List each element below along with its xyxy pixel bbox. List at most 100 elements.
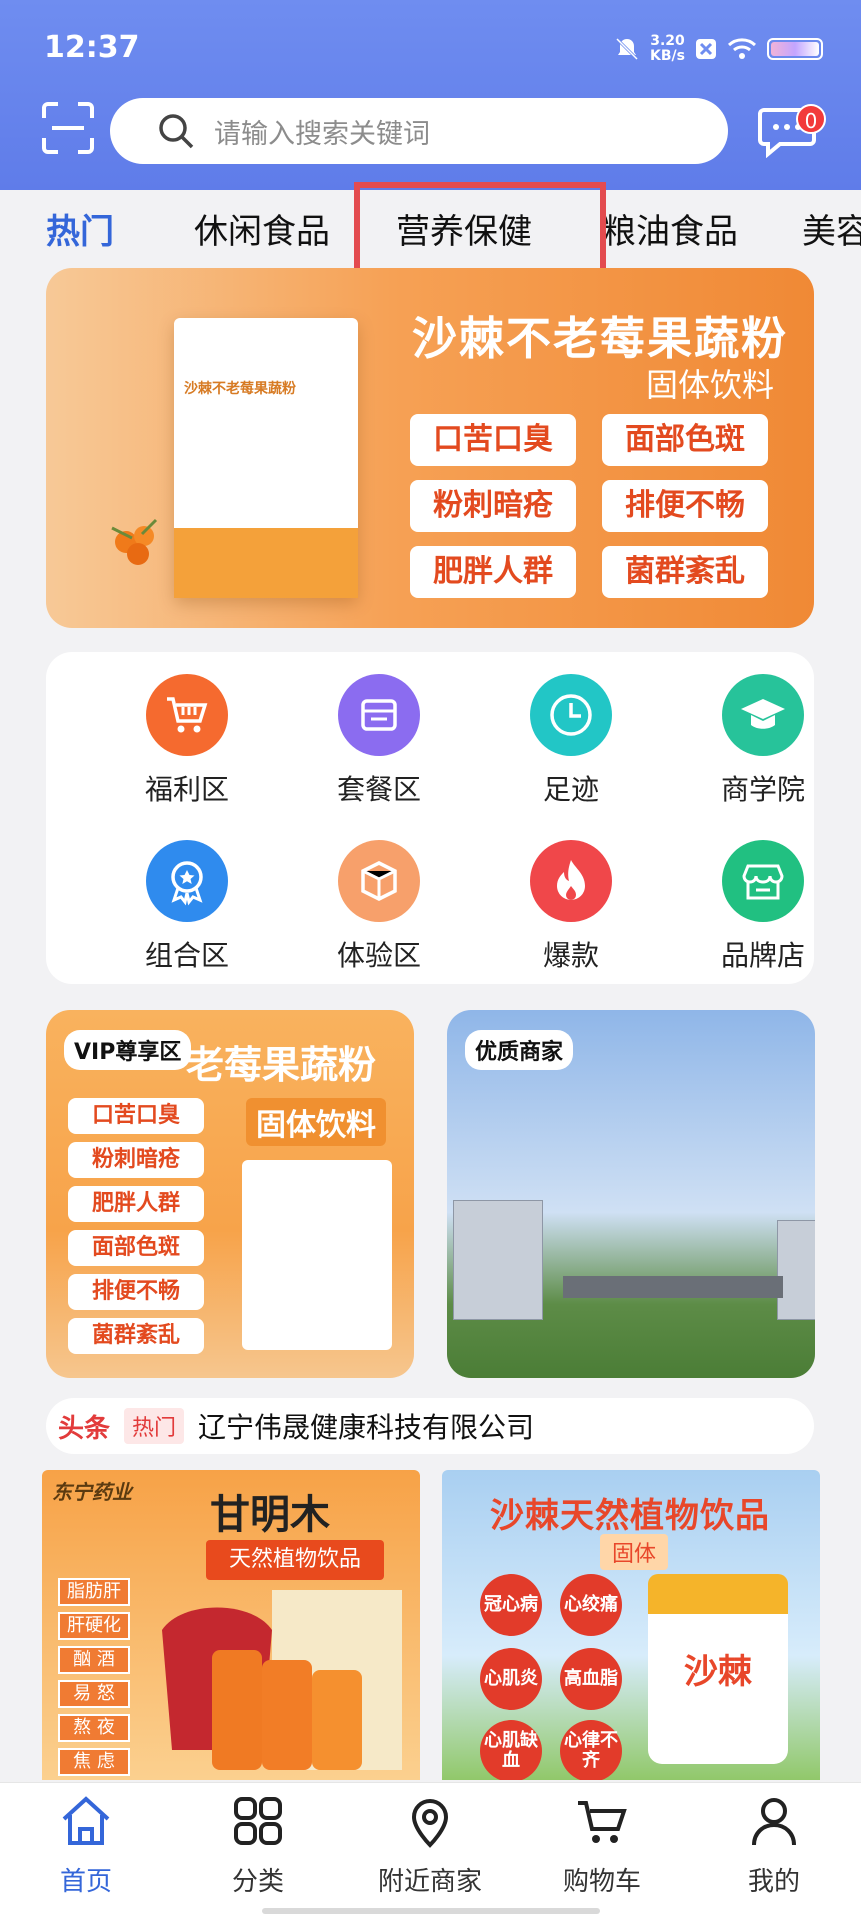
scan-icon[interactable] [40,100,96,156]
header: 12:37 3.20 KB/s 请输入搜索关键词 0 [0,0,861,190]
tab-highlight-box [354,182,606,274]
graduation-cap-icon [722,674,804,756]
berries-image [111,518,158,565]
category-grid-icon [234,1797,282,1845]
tab-beauty[interactable]: 美容 [802,204,861,253]
vip-zone-badge: VIP尊享区 [64,1030,192,1070]
promo-banner[interactable]: 沙棘不老莓果蔬粉 沙棘不老莓果蔬粉 固体饮料 口苦口臭 面部色斑 粉刺暗疮 排便… [46,268,814,628]
battery-icon [767,38,823,60]
product-bubble: 心律不齐 [560,1720,622,1780]
headline-ticker[interactable]: 头条 热门 辽宁伟晟健康科技有限公司 [46,1398,814,1454]
drink-pouches-image [162,1590,402,1770]
home-indicator[interactable] [262,1908,600,1914]
vip-card-tag: 口苦口臭 [68,1098,204,1134]
vip-card-tag: 粉刺暗疮 [68,1142,204,1178]
tab-grain-oil[interactable]: 粮油食品 [602,204,738,253]
product-tag: 熬 夜 [58,1714,130,1742]
product-tag: 易 怒 [58,1680,130,1708]
product-jar-image: 沙棘 [648,1574,788,1764]
grid-item-footprint[interactable]: 足迹 [496,674,646,808]
product-box-image: 沙棘不老莓果蔬粉 [174,318,358,598]
building-image [453,1200,543,1320]
sim-x-icon [696,39,716,59]
product-title: 甘明木 [210,1492,330,1538]
search-icon [159,114,194,149]
vip-card-tag: 面部色斑 [68,1230,204,1266]
product-tag: 脂肪肝 [58,1578,130,1606]
banner-tag: 排便不畅 [602,480,768,532]
network-speed: 3.20 KB/s [650,33,685,64]
location-pin-icon [411,1799,449,1848]
search-bar[interactable]: 请输入搜索关键词 [110,98,728,164]
grid-item-package[interactable]: 套餐区 [304,674,454,808]
product-bubble: 心绞痛 [560,1574,622,1636]
product-title: 沙棘天然植物饮品 [490,1496,770,1536]
mute-bell-icon [615,37,639,61]
message-badge: 0 [796,104,826,134]
fire-icon [530,840,612,922]
shopping-cart-icon [578,1801,627,1843]
product-tag: 肝硬化 [58,1612,130,1640]
building-image [777,1220,815,1320]
grid-item-combo[interactable]: 组合区 [112,840,262,974]
clock-icon [530,674,612,756]
grid-item-experience[interactable]: 体验区 [304,840,454,974]
product-card[interactable]: 东宁药业 甘明木 天然植物饮品 脂肪肝 肝硬化 酗 酒 易 怒 熬 夜 焦 虑 [42,1470,420,1780]
product-bubble: 高血脂 [560,1648,622,1710]
product-box-image [242,1160,392,1350]
quality-merchant-badge: 优质商家 [465,1030,574,1070]
banner-tag: 粉刺暗疮 [410,480,576,532]
product-bubble: 心肌缺血 [480,1720,542,1780]
grid-item-academy[interactable]: 商学院 [688,674,838,808]
status-time: 12:37 [44,30,140,65]
product-bubble: 冠心病 [480,1574,542,1636]
bottom-nav: 首页 分类 附近商家 购物车 我的 [0,1782,861,1920]
banner-tag: 面部色斑 [602,414,768,466]
product-tag: 酗 酒 [58,1646,130,1674]
cube-icon [338,840,420,922]
tab-hot[interactable]: 热门 [46,204,114,253]
medal-icon [146,840,228,922]
grid-item-hot[interactable]: 爆款 [496,840,646,974]
banner-tag: 菌群紊乱 [602,546,768,598]
product-card[interactable]: 沙棘天然植物饮品 固体 冠心病 心绞痛 心肌炎 高血脂 心肌缺血 心律不齐 沙棘 [442,1470,820,1780]
vip-zone-card[interactable]: 老莓果蔬粉 VIP尊享区 固体饮料 口苦口臭 粉刺暗疮 肥胖人群 面部色斑 排便… [46,1010,414,1378]
vip-card-title: 老莓果蔬粉 [186,1043,377,1087]
vip-card-tag: 肥胖人群 [68,1186,204,1222]
nav-category[interactable]: 分类 [188,1793,328,1898]
product-subtitle: 天然植物饮品 [206,1540,384,1580]
brand-logo: 东宁药业 [52,1480,132,1504]
grid-item-brand-store[interactable]: 品牌店 [688,840,838,974]
grid-item-welfare[interactable]: 福利区 [112,674,262,808]
wifi-icon [727,38,757,59]
product-bubble: 心肌炎 [480,1648,542,1710]
quality-merchant-card[interactable]: 优质商家 [447,1010,815,1378]
vip-card-tag: 排便不畅 [68,1274,204,1310]
product-tag: 焦 虑 [58,1748,130,1776]
home-icon [62,1796,110,1845]
product-subtitle: 固体 [600,1534,669,1570]
banner-title: 沙棘不老莓果蔬粉 [412,312,789,365]
gate-image [563,1276,783,1298]
tab-snacks[interactable]: 休闲食品 [194,204,330,253]
search-input[interactable]: 请输入搜索关键词 [214,112,430,151]
vip-card-tag: 菌群紊乱 [68,1318,204,1354]
nav-cart[interactable]: 购物车 [532,1793,672,1898]
package-icon [338,674,420,756]
status-icons: 3.20 KB/s [614,34,823,64]
store-icon [722,840,804,922]
nav-nearby[interactable]: 附近商家 [360,1793,500,1898]
banner-tag: 口苦口臭 [410,414,576,466]
status-bar: 12:37 3.20 KB/s [0,0,861,100]
headline-label: 头条 [58,1413,111,1444]
feature-grid: 福利区 套餐区 足迹 商学院 组合区 体验区 爆款 品牌店 [46,652,814,984]
nav-profile[interactable]: 我的 [704,1793,844,1898]
nav-home[interactable]: 首页 [16,1793,156,1898]
cart-icon [146,674,228,756]
vip-card-subtitle: 固体饮料 [246,1098,386,1146]
banner-tag: 肥胖人群 [410,546,576,598]
headline-text[interactable]: 辽宁伟晟健康科技有限公司 [198,1406,534,1446]
banner-subtitle: 固体饮料 [646,366,775,404]
user-icon [752,1798,796,1846]
hot-tag: 热门 [124,1408,185,1444]
